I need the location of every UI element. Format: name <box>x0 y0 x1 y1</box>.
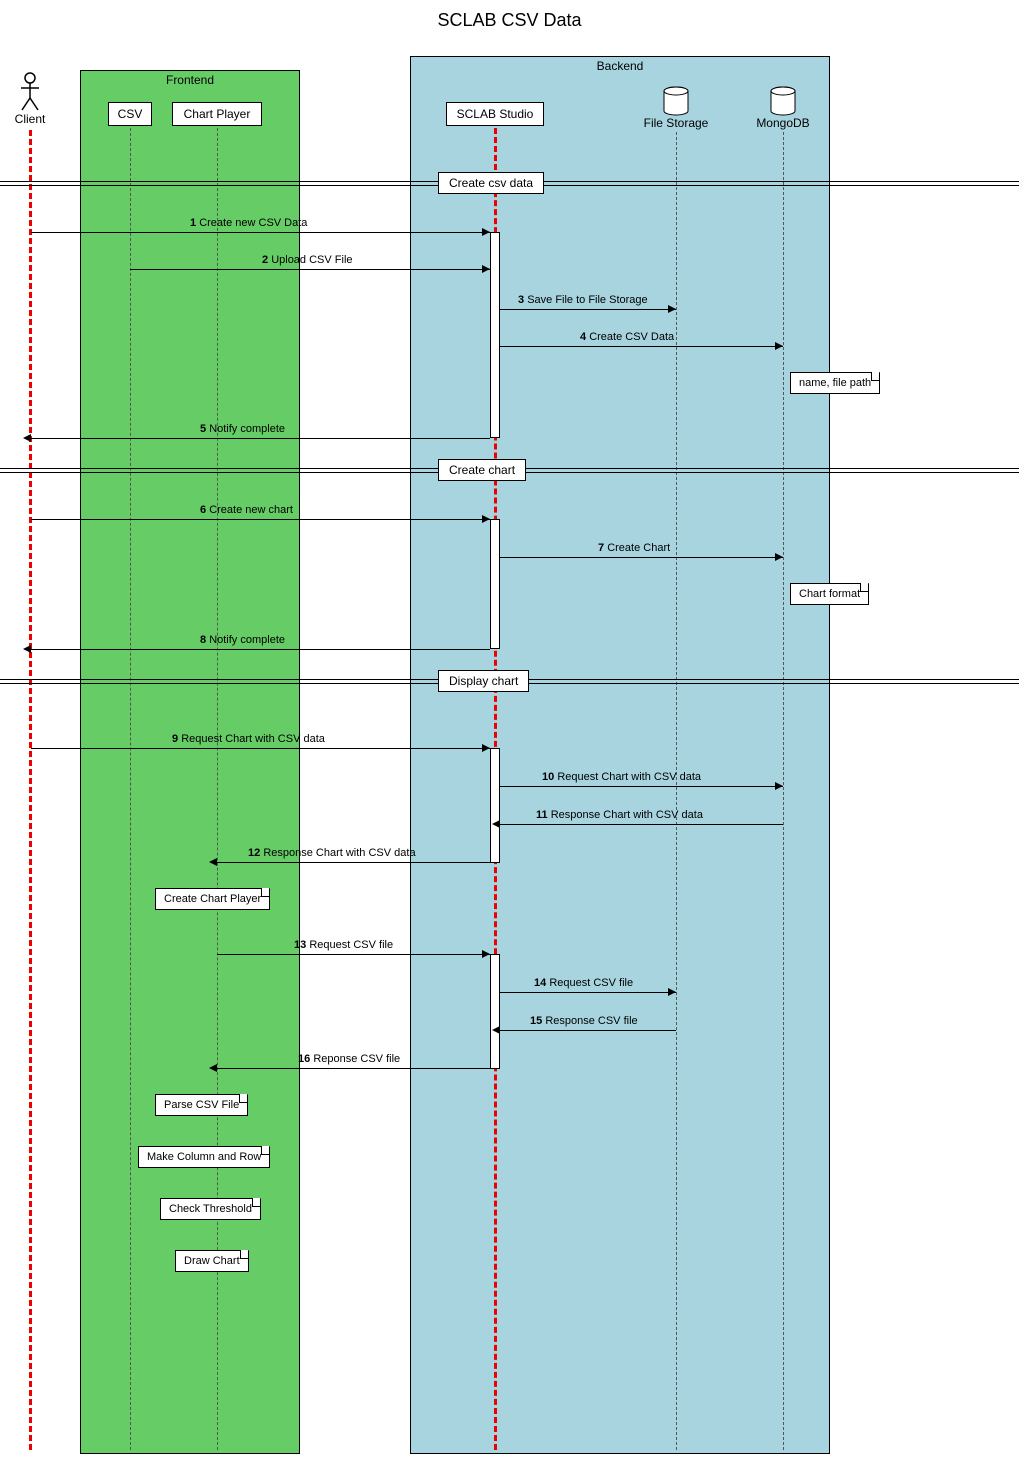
csv-participant: CSV <box>108 102 152 126</box>
arrow-1 <box>31 232 490 233</box>
msg-9: 9 Request Chart with CSV data <box>172 733 325 745</box>
arrowhead-11 <box>492 820 500 828</box>
arrow-16 <box>217 1068 490 1069</box>
arrowhead-7 <box>775 553 783 561</box>
chartplayer-participant: Chart Player <box>172 102 262 126</box>
backend-box: Backend <box>410 56 830 1454</box>
divider-create-chart-label: Create chart <box>438 459 526 481</box>
arrowhead-1 <box>482 228 490 236</box>
arrowhead-4 <box>775 342 783 350</box>
divider-display-chart-label: Display chart <box>438 670 529 692</box>
arrow-3 <box>500 309 676 310</box>
note-check-threshold: Check Threshold <box>160 1198 261 1220</box>
arrowhead-9 <box>482 744 490 752</box>
frontend-box: Frontend <box>80 70 300 1454</box>
studio-activation-3 <box>490 748 500 863</box>
arrow-7 <box>500 557 783 558</box>
studio-activation-2 <box>490 519 500 649</box>
arrow-5 <box>31 438 490 439</box>
arrow-11 <box>500 824 783 825</box>
msg-16: 16 Reponse CSV file <box>298 1053 400 1065</box>
studio-activation-1 <box>490 232 500 438</box>
msg-15: 15 Response CSV file <box>530 1015 638 1027</box>
arrowhead-8 <box>23 645 31 653</box>
msg-3: 3 Save File to File Storage <box>518 294 648 306</box>
sequence-diagram: Frontend Backend Client CSV Chart Player… <box>0 36 1019 1466</box>
arrow-14 <box>500 992 676 993</box>
msg-8: 8 Notify complete <box>200 634 285 646</box>
msg-4: 4 Create CSV Data <box>580 331 674 343</box>
note-create-player: Create Chart Player <box>155 888 270 910</box>
frontend-label: Frontend <box>81 71 299 89</box>
client-actor: Client <box>10 72 50 126</box>
note-chart-format: Chart format <box>790 583 869 605</box>
filestorage-label: File Storage <box>636 116 716 130</box>
note-make-column: Make Column and Row <box>138 1146 270 1168</box>
csv-lifeline <box>130 128 131 1450</box>
msg-1: 1 Create new CSV Data <box>190 217 307 229</box>
mongodb-label: MongoDB <box>748 116 818 130</box>
arrowhead-13 <box>482 950 490 958</box>
arrow-15 <box>500 1030 676 1031</box>
arrowhead-12 <box>209 858 217 866</box>
arrowhead-16 <box>209 1064 217 1072</box>
arrow-2 <box>130 269 490 270</box>
divider-create-csv-label: Create csv data <box>438 172 544 194</box>
backend-label: Backend <box>411 57 829 75</box>
msg-2: 2 Upload CSV File <box>262 254 353 266</box>
studio-activation-4 <box>490 954 500 1069</box>
msg-13: 13 Request CSV file <box>294 939 393 951</box>
msg-10: 10 Request Chart with CSV data <box>542 771 701 783</box>
arrowhead-15 <box>492 1026 500 1034</box>
msg-14: 14 Request CSV file <box>534 977 633 989</box>
arrowhead-5 <box>23 434 31 442</box>
msg-5: 5 Notify complete <box>200 423 285 435</box>
studio-participant: SCLAB Studio <box>446 102 544 126</box>
arrowhead-10 <box>775 782 783 790</box>
msg-7: 7 Create Chart <box>598 542 670 554</box>
arrowhead-3 <box>668 305 676 313</box>
mongodb-lifeline <box>783 132 784 1450</box>
filestorage-db: File Storage <box>636 86 716 130</box>
note-parse-csv: Parse CSV File <box>155 1094 248 1116</box>
note-draw-chart: Draw Chart <box>175 1250 249 1272</box>
arrow-12 <box>217 862 490 863</box>
mongodb-db: MongoDB <box>748 86 818 130</box>
msg-6: 6 Create new chart <box>200 504 293 516</box>
arrow-4 <box>500 346 783 347</box>
filestorage-lifeline <box>676 132 677 1450</box>
client-lifeline <box>29 130 32 1450</box>
arrow-6 <box>31 519 490 520</box>
arrow-9 <box>31 748 490 749</box>
arrowhead-2 <box>482 265 490 273</box>
arrow-8 <box>31 649 490 650</box>
arrowhead-14 <box>668 988 676 996</box>
arrowhead-6 <box>482 515 490 523</box>
note-name-filepath: name, file path <box>790 372 880 394</box>
msg-11: 11 Response Chart with CSV data <box>536 809 703 821</box>
arrow-13 <box>217 954 490 955</box>
diagram-title: SCLAB CSV Data <box>0 0 1019 36</box>
msg-12: 12 Response Chart with CSV data <box>248 847 416 859</box>
arrow-10 <box>500 786 783 787</box>
client-label: Client <box>10 112 50 126</box>
